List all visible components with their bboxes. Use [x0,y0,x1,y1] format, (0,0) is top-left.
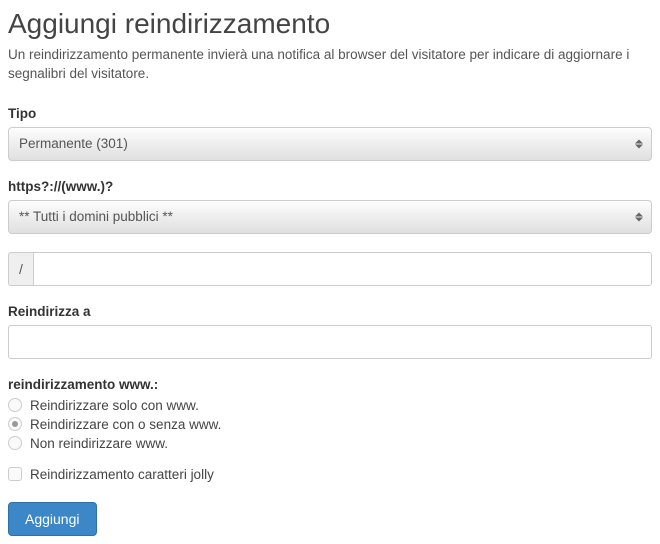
wildcard-checkbox[interactable] [8,467,22,481]
tipo-select[interactable]: Permanente (301) [8,127,652,161]
page-description: Un reindirizzamento permanente invierà u… [8,46,652,84]
path-input[interactable] [33,252,652,286]
www-redirect-group: Reindirizzare solo con www. Reindirizzar… [8,398,652,451]
domain-select[interactable]: ** Tutti i domini pubblici ** [8,200,652,234]
domain-select-value: ** Tutti i domini pubblici ** [19,209,173,224]
page-title: Aggiungi reindirizzamento [8,8,652,40]
www-redirect-legend: reindirizzamento www.: [8,377,652,392]
wildcard-label: Reindirizzamento caratteri jolly [30,467,214,482]
add-button[interactable]: Aggiungi [8,502,97,536]
redirect-to-input[interactable] [8,325,652,359]
tipo-select-value: Permanente (301) [19,136,128,151]
radio-www-only[interactable] [8,398,22,412]
tipo-label: Tipo [8,106,652,121]
domain-label: https?://(www.)? [8,179,652,194]
radio-www-only-label: Reindirizzare solo con www. [30,398,199,413]
redirect-to-label: Reindirizza a [8,304,652,319]
radio-www-none-label: Non reindirizzare www. [30,436,168,451]
path-prefix: / [8,252,33,286]
radio-www-none[interactable] [8,436,22,450]
radio-www-both-label: Reindirizzare con o senza www. [30,417,221,432]
radio-www-both[interactable] [8,417,22,431]
